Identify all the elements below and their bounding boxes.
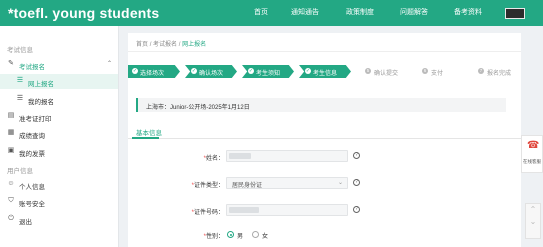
sidebar-section-user: 用户信息	[7, 168, 33, 175]
sidebar-item-label: 考试报名	[19, 63, 45, 71]
breadcrumb-separator: /	[149, 42, 152, 48]
check-icon: ✓	[248, 68, 254, 74]
edit-icon: ✎	[8, 60, 14, 67]
step-label: 报名完成	[487, 71, 512, 77]
ticket-icon: ▤	[7, 112, 15, 119]
nav-home[interactable]: 首页	[254, 7, 268, 17]
online-service-label: 在线客服	[523, 159, 541, 164]
nav-prep[interactable]: 备考资料	[454, 7, 482, 17]
sidebar-item-security[interactable]: ⛉ 账号安全	[0, 194, 118, 209]
step-select-session: ✓ 选择场次	[128, 65, 180, 78]
breadcrumb-home[interactable]: 首页	[136, 42, 148, 48]
breadcrumb-separator: /	[178, 42, 181, 48]
main-panel: 首页 / 考试报名 / 网上报名 ✓ 选择场次 ✓ 确认场次 ✓ 考生须知 ✓ …	[128, 33, 521, 247]
gender-male-label[interactable]: 男	[237, 231, 243, 240]
sidebar-item-score[interactable]: ▦ 成绩查询	[0, 126, 118, 141]
step-candidate-info: ✓ 考生信息	[299, 65, 351, 78]
headset-icon: ☎	[527, 140, 540, 151]
step-confirm-submit: 5 确认提交	[365, 65, 415, 78]
invoice-icon: ▣	[7, 147, 15, 154]
step-label: 确认场次	[199, 71, 224, 77]
step-label: 选择场次	[140, 71, 165, 77]
help-icon[interactable]: ?	[353, 152, 360, 159]
step-number: 6	[422, 68, 428, 74]
gender-label: *性别：	[203, 234, 224, 240]
sidebar-item-label: 个人信息	[19, 183, 45, 191]
chevron-up-icon: ⌃	[107, 61, 113, 67]
step-candidate-notice: ✓ 考生须知	[242, 65, 294, 78]
online-service-panel[interactable]: ☎ 在线客服	[521, 135, 543, 173]
sidebar-item-my-signup[interactable]: ☰ 我的报名	[0, 92, 118, 107]
step-label: 支付	[431, 71, 444, 77]
chevron-up-icon: ⌃	[529, 205, 537, 214]
list-icon: ☰	[16, 95, 24, 102]
shield-icon: ⛉	[8, 197, 14, 204]
id-type-select[interactable]: 居民身份证 ⌄	[226, 177, 348, 189]
site-logo[interactable]: *toefl. young students	[8, 5, 159, 21]
id-number-field[interactable]	[226, 204, 348, 216]
gender-female-label[interactable]: 女	[262, 231, 268, 240]
sidebar-item-personal[interactable]: ☺ 个人信息	[0, 177, 118, 192]
redacted-value	[229, 207, 259, 213]
breadcrumb-exam-signup[interactable]: 考试报名	[153, 42, 177, 48]
sidebar-item-logout[interactable]: ⏻ 退出	[0, 212, 118, 227]
step-label: 确认提交	[374, 71, 399, 77]
step-payment: 6 支付	[422, 65, 462, 78]
gender-male-radio[interactable]	[227, 231, 234, 238]
sidebar-item-label: 账号安全	[19, 200, 45, 208]
redacted-value	[229, 153, 251, 159]
chevron-down-icon: ⌄	[337, 180, 343, 186]
breadcrumb: 首页 / 考试报名 / 网上报名	[136, 39, 206, 48]
score-icon: ▦	[7, 129, 15, 136]
logout-icon: ⏻	[8, 215, 14, 222]
sidebar-item-label: 我的发票	[19, 150, 45, 158]
sidebar-item-invoice[interactable]: ▣ 我的发票	[0, 144, 118, 159]
step-label: 考生信息	[313, 71, 338, 77]
divider	[128, 51, 521, 52]
name-field[interactable]	[226, 150, 348, 162]
sidebar-item-label: 退出	[19, 218, 32, 226]
help-icon[interactable]: ?	[353, 179, 360, 186]
exam-info-bar: 上海市：Junior-公开场-2025年1月12日	[136, 98, 506, 112]
id-type-label: *证件类型：	[191, 183, 224, 189]
divider	[128, 138, 521, 139]
nav-policy[interactable]: 政策制度	[346, 7, 374, 17]
sidebar-item-online-signup[interactable]: ☰ 网上报名	[0, 74, 118, 89]
user-avatar[interactable]	[505, 8, 525, 19]
sidebar-item-admission[interactable]: ▤ 准考证打印	[0, 109, 118, 124]
nav-faq[interactable]: 问题解答	[400, 7, 428, 17]
tab-active-indicator	[132, 137, 159, 139]
check-icon: ✓	[305, 68, 311, 74]
exam-info-text: 上海市：Junior-公开场-2025年1月12日	[146, 104, 250, 111]
gender-female-radio[interactable]	[252, 231, 259, 238]
sidebar-item-label: 成绩查询	[19, 132, 45, 140]
step-number: 5	[365, 68, 371, 74]
step-confirm-session: ✓ 确认场次	[185, 65, 237, 78]
step-complete: 7 报名完成	[478, 65, 520, 78]
scroll-widget[interactable]: ⌃ ⌄	[525, 203, 541, 239]
sidebar-item-exam-signup[interactable]: ✎ 考试报名 ⌃	[0, 57, 118, 72]
top-nav-bar: *toefl. young students 首页 通知通告 政策制度 问题解答…	[0, 0, 543, 26]
check-icon: ✓	[132, 68, 138, 74]
sidebar: 考试信息 ✎ 考试报名 ⌃ ☰ 网上报名 ☰ 我的报名 ▤ 准考证打印 ▦ 成绩…	[0, 26, 119, 247]
step-label: 考生须知	[256, 71, 281, 77]
list-icon: ☰	[16, 77, 24, 84]
breadcrumb-current: 网上报名	[182, 42, 207, 48]
nav-notices[interactable]: 通知通告	[291, 7, 319, 17]
chevron-down-icon: ⌄	[529, 217, 537, 226]
sidebar-item-label: 准考证打印	[19, 115, 52, 123]
sidebar-section-exam: 考试信息	[7, 47, 33, 54]
step-number: 7	[478, 68, 484, 74]
help-icon[interactable]: ?	[353, 206, 360, 213]
tab-basic-info[interactable]: 基本信息	[136, 127, 162, 137]
id-number-label: *证件号码：	[191, 210, 224, 216]
name-label: *姓名：	[203, 156, 224, 162]
check-icon: ✓	[191, 68, 197, 74]
sidebar-item-label: 网上报名	[28, 80, 54, 88]
sidebar-item-label: 我的报名	[28, 98, 54, 106]
user-icon: ☺	[7, 180, 15, 187]
